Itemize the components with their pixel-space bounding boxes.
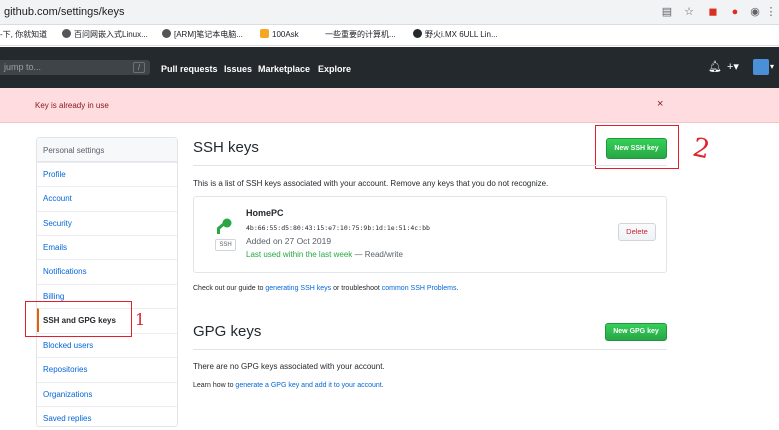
sidebar-item-security[interactable]: Security xyxy=(37,211,177,235)
bookmark-favicon-icon xyxy=(260,29,269,38)
profile-icon[interactable]: ◉ xyxy=(748,5,762,19)
sidebar-item-notifications[interactable]: Notifications xyxy=(37,259,177,283)
bookmark-item[interactable]: 野火i.MX 6ULL Lin... xyxy=(413,29,498,40)
sidebar-item-organizations[interactable]: Organizations xyxy=(37,382,177,406)
bookmark-favicon-icon xyxy=(62,29,71,38)
chevron-down-icon[interactable]: ▾ xyxy=(770,60,774,74)
new-ssh-key-button[interactable]: New SSH key xyxy=(606,138,667,159)
search-input[interactable]: jump to... / xyxy=(0,60,150,75)
sidebar-item-account[interactable]: Account xyxy=(37,186,177,210)
bookmark-item[interactable]: 100Ask xyxy=(260,29,299,39)
plus-icon[interactable]: +▾ xyxy=(727,60,739,74)
bookmark-star-icon[interactable]: ☆ xyxy=(682,5,696,19)
pdf-extension-icon[interactable]: ◼ xyxy=(706,5,720,19)
nav-explore[interactable]: Explore xyxy=(318,64,351,74)
bookmarks-bar: -下, 你就知道 百问网嵌入式Linux... [ARM]笔记本电脑... 10… xyxy=(0,25,779,46)
bookmark-item[interactable]: -下, 你就知道 xyxy=(0,29,47,40)
new-gpg-key-button[interactable]: New GPG key xyxy=(605,323,667,341)
nav-marketplace[interactable]: Marketplace xyxy=(258,64,310,74)
annotation-mark-1: 1 xyxy=(135,310,146,329)
ssh-key-entry: SSH HomePC 4b:66:55:d5:80:43:15:e7:10:75… xyxy=(193,196,667,273)
nav-issues[interactable]: Issues xyxy=(224,64,252,74)
gpg-learn-text: Learn how to generate a GPG key and add … xyxy=(193,382,384,389)
key-added-date: Added on 27 Oct 2019 xyxy=(246,236,332,246)
gpg-section-title: GPG keys xyxy=(193,323,262,340)
sidebar-item-emails[interactable]: Emails xyxy=(37,235,177,259)
annotation-box xyxy=(25,301,132,337)
bell-icon[interactable]: 🔔︎ xyxy=(708,60,722,74)
key-fingerprint: 4b:66:55:d5:80:43:15:e7:10:75:9b:1d:1e:5… xyxy=(246,224,430,232)
close-icon[interactable]: × xyxy=(657,98,663,110)
ssh-guide-text: Check out our guide to generating SSH ke… xyxy=(193,285,459,292)
bookmark-item[interactable]: 百问网嵌入式Linux... xyxy=(62,29,148,40)
sidebar-item-repositories[interactable]: Repositories xyxy=(37,357,177,381)
ssh-problems-link[interactable]: common SSH Problems xyxy=(382,285,457,292)
slash-shortcut-hint: / xyxy=(133,62,145,73)
bookmark-item[interactable]: [ARM]笔记本电脑... xyxy=(162,29,243,40)
url-text[interactable]: github.com/settings/keys xyxy=(4,6,124,18)
gpg-empty-text: There are no GPG keys associated with yo… xyxy=(193,362,385,371)
translate-icon[interactable]: ▤ xyxy=(660,5,674,19)
github-favicon-icon xyxy=(413,29,422,38)
key-title: HomePC xyxy=(246,208,284,218)
generating-ssh-keys-link[interactable]: generating SSH keys xyxy=(265,285,331,292)
generate-gpg-key-link[interactable]: generate a GPG key and add it to your ac… xyxy=(235,382,381,389)
bookmark-favicon-icon xyxy=(313,29,322,38)
settings-sidebar: Personal settings Profile Account Securi… xyxy=(36,137,178,427)
divider xyxy=(193,165,667,166)
key-last-used: Last used within the last week — Read/wr… xyxy=(246,250,403,259)
delete-key-button[interactable]: Delete xyxy=(618,223,656,241)
sidebar-heading: Personal settings xyxy=(37,138,177,162)
sidebar-item-saved-replies[interactable]: Saved replies xyxy=(37,406,177,430)
github-header: jump to... / Pull requests Issues Market… xyxy=(0,47,779,88)
ssh-description: This is a list of SSH keys associated wi… xyxy=(193,179,549,188)
avatar[interactable] xyxy=(753,59,769,75)
nav-pull-requests[interactable]: Pull requests xyxy=(161,64,218,74)
divider xyxy=(193,349,667,350)
bookmark-item[interactable]: 一些重要的计算机... xyxy=(313,29,396,40)
ssh-badge: SSH xyxy=(215,239,236,251)
flash-error: Key is already in use × xyxy=(0,88,779,123)
annotation-mark-2: 2 xyxy=(690,132,713,166)
browser-menu-icon[interactable]: ⋮ xyxy=(764,5,778,19)
ssh-section-title: SSH keys xyxy=(193,139,259,156)
bookmark-favicon-icon xyxy=(162,29,171,38)
browser-address-bar[interactable]: github.com/settings/keys ▤ ☆ ◼ ● ◉ ⋮ xyxy=(0,0,779,25)
sidebar-item-profile[interactable]: Profile xyxy=(37,162,177,186)
adblock-extension-icon[interactable]: ● xyxy=(728,5,742,19)
flash-message: Key is already in use xyxy=(35,101,109,110)
